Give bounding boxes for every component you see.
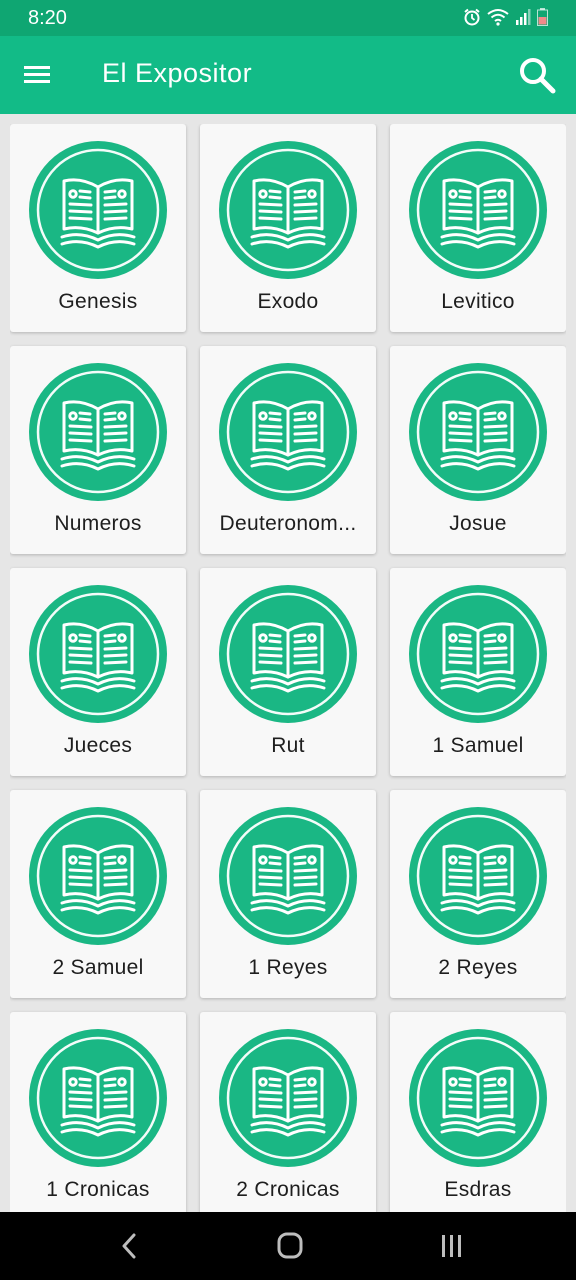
back-chevron-icon xyxy=(122,1233,136,1259)
open-book-icon xyxy=(219,585,357,723)
book-card[interactable]: 2 Samuel xyxy=(10,790,186,998)
app-bar: El Expositor xyxy=(0,36,576,114)
book-label: Esdras xyxy=(444,1178,512,1201)
book-label: Exodo xyxy=(257,290,319,313)
search-button[interactable] xyxy=(516,54,558,96)
book-card[interactable]: 1 Cronicas xyxy=(10,1012,186,1212)
status-bar: 8:20 xyxy=(0,0,576,36)
open-book-icon xyxy=(409,363,547,501)
book-label: Levitico xyxy=(441,290,515,313)
open-book-icon xyxy=(219,807,357,945)
book-label: 2 Cronicas xyxy=(236,1178,340,1201)
book-label: Genesis xyxy=(58,290,138,313)
hamburger-menu-icon xyxy=(24,66,50,83)
search-icon xyxy=(520,58,556,94)
status-icons xyxy=(463,8,548,26)
open-book-icon xyxy=(29,363,167,501)
open-book-icon xyxy=(219,141,357,279)
open-book-icon xyxy=(409,585,547,723)
alarm-icon xyxy=(464,8,480,26)
nav-home-button[interactable] xyxy=(270,1230,310,1262)
book-label: 2 Samuel xyxy=(52,956,144,979)
signal-icon xyxy=(516,9,531,25)
book-label: Rut xyxy=(271,734,305,757)
book-card[interactable]: Deuteronom... xyxy=(200,346,376,554)
system-nav-bar xyxy=(0,1212,576,1280)
book-label: 1 Reyes xyxy=(248,956,328,979)
book-card[interactable]: 1 Reyes xyxy=(200,790,376,998)
recent-apps-icon xyxy=(442,1235,461,1257)
open-book-icon xyxy=(409,807,547,945)
status-time: 8:20 xyxy=(28,7,67,29)
open-book-icon xyxy=(29,807,167,945)
open-book-icon xyxy=(29,141,167,279)
book-card[interactable]: Josue xyxy=(390,346,566,554)
book-label: Josue xyxy=(449,512,507,535)
book-card[interactable]: Numeros xyxy=(10,346,186,554)
book-card[interactable]: Jueces xyxy=(10,568,186,776)
book-card[interactable]: Esdras xyxy=(390,1012,566,1212)
book-label: 1 Cronicas xyxy=(46,1178,150,1201)
open-book-icon xyxy=(29,585,167,723)
book-label: Numeros xyxy=(54,512,142,535)
book-label: Deuteronom... xyxy=(219,512,357,535)
book-label: Jueces xyxy=(63,734,133,757)
menu-button[interactable] xyxy=(20,58,58,92)
book-card[interactable]: 2 Cronicas xyxy=(200,1012,376,1212)
open-book-icon xyxy=(219,363,357,501)
book-card[interactable]: Exodo xyxy=(200,124,376,332)
open-book-icon xyxy=(29,1029,167,1167)
open-book-icon xyxy=(219,1029,357,1167)
book-card[interactable]: Levitico xyxy=(390,124,566,332)
nav-back-button[interactable] xyxy=(108,1230,148,1262)
app-title: El Expositor xyxy=(102,58,253,88)
battery-icon xyxy=(537,8,548,26)
book-card[interactable]: Rut xyxy=(200,568,376,776)
nav-recents-button[interactable] xyxy=(432,1230,472,1262)
home-icon xyxy=(277,1232,303,1259)
wifi-icon xyxy=(487,9,509,26)
open-book-icon xyxy=(409,1029,547,1167)
book-grid: Genesis Exodo Levitico Numeros Deuteronom...… xyxy=(10,124,566,1212)
book-card[interactable]: 1 Samuel xyxy=(390,568,566,776)
book-label: 1 Samuel xyxy=(432,734,524,757)
book-card[interactable]: Genesis xyxy=(10,124,186,332)
open-book-icon xyxy=(409,141,547,279)
book-label: 2 Reyes xyxy=(438,956,518,979)
book-card[interactable]: 2 Reyes xyxy=(390,790,566,998)
